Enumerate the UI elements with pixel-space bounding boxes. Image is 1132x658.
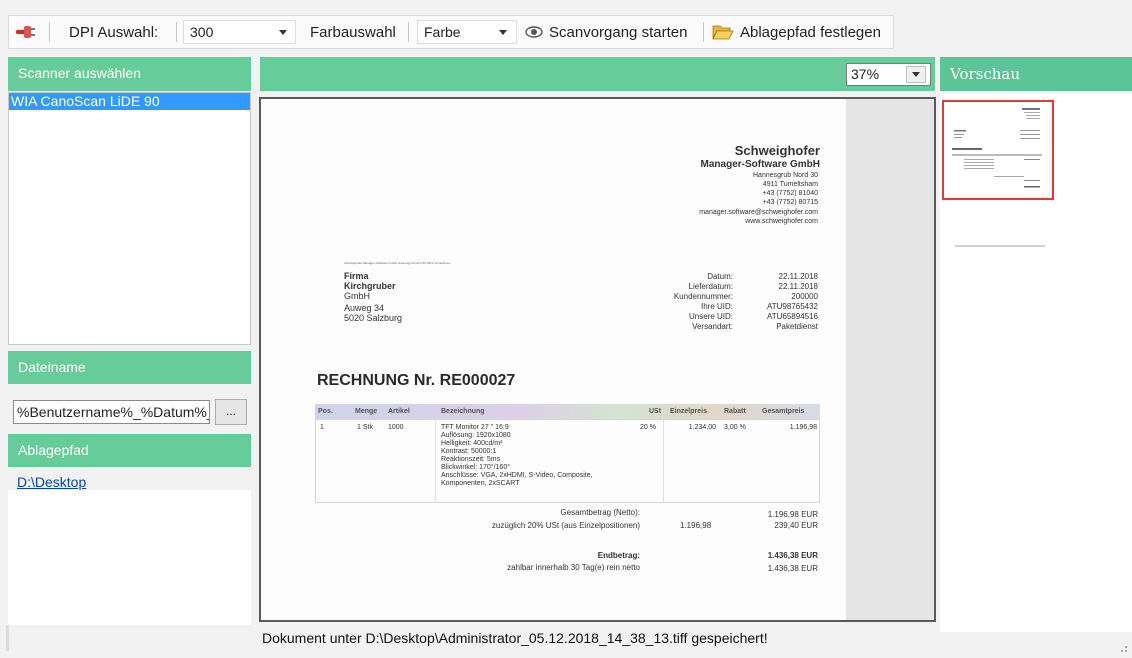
doc-sender-address: Hannesgrub Nord 30 — [753, 172, 818, 179]
doc-meta-label: Lieferdatum: — [688, 282, 733, 291]
doc-meta-label: Versandart: — [692, 322, 733, 331]
preview-thumbnail-selected[interactable] — [942, 100, 1054, 200]
doc-row-article: 1000 — [388, 424, 404, 431]
toolbar-separator — [49, 22, 50, 42]
resize-grip-icon[interactable] — [1118, 640, 1128, 652]
preview-header: Vorschau — [940, 57, 1132, 91]
doc-sender-name: Schweighofer — [734, 143, 820, 158]
doc-row-desc: Reaktionszeit: 5ms — [441, 456, 501, 463]
doc-meta-value: 200000 — [791, 292, 818, 301]
toolbar-separator — [408, 22, 409, 42]
path-link[interactable]: D:\Desktop — [17, 474, 86, 490]
panel-edge — [6, 625, 9, 651]
zoom-dropdown-button[interactable] — [906, 66, 926, 83]
scan-button[interactable]: Scanvorgang starten — [525, 20, 705, 44]
doc-row-desc: Komponenten, 2xSCART — [441, 480, 520, 487]
dpi-select-value: 300 — [190, 24, 214, 40]
dpi-label: DPI Auswahl: — [69, 24, 159, 41]
doc-recipient-line: 5020 Salzburg — [344, 313, 403, 323]
chevron-down-icon[interactable] — [499, 30, 507, 35]
toolbar-separator — [176, 22, 177, 42]
doc-recipient-line: Firma — [344, 271, 369, 281]
doc-row-qty: 1 Stk — [357, 424, 373, 431]
doc-recipient-line: GmbH — [344, 291, 371, 301]
doc-row-desc: TFT Monitor 27 " 16:9 — [441, 424, 509, 431]
doc-sender-address: +43 (7752) 80715 — [762, 199, 818, 206]
doc-vat-base: 1.196,98 — [680, 521, 712, 530]
filename-header: Dateiname — [8, 351, 251, 384]
doc-meta-value: ATU98765432 — [767, 302, 818, 311]
doc-col-header: Einzelpreis — [670, 408, 707, 415]
doc-vat-label: zuzüglich 20% USt (aus Einzelpositionen) — [491, 521, 640, 530]
doc-recipient-line: Auweg 34 — [344, 303, 385, 313]
doc-sender-address: +43 (7752) 81040 — [762, 190, 818, 197]
scan-bed-margin — [846, 99, 934, 620]
doc-sender-address: www.schweighofer.com — [745, 218, 818, 225]
eye-icon — [525, 23, 543, 41]
color-select-value: Farbe — [424, 24, 461, 40]
preview-thumbnail-2[interactable] — [955, 245, 1045, 247]
status-message: Dokument unter D:\Desktop\Administrator_… — [262, 630, 768, 646]
doc-row-total: 1.196,98 — [789, 424, 817, 431]
doc-meta-label: Datum: — [707, 272, 733, 281]
doc-col-header: Bezeichnung — [441, 408, 485, 415]
set-path-button[interactable]: Ablagepfad festlegen — [712, 20, 892, 44]
doc-col-header: Menge — [355, 408, 378, 415]
doc-col-header: Rabatt — [724, 408, 746, 415]
doc-row-pos: 1 — [320, 424, 324, 431]
doc-col-header: USt — [649, 408, 662, 415]
filename-input[interactable]: %Benutzername%_%Datum%_ — [13, 400, 210, 424]
doc-recipient-line: Kirchgruber — [344, 281, 396, 291]
chevron-down-icon[interactable] — [279, 30, 287, 35]
doc-meta-label: Kundennummer: — [673, 292, 733, 301]
doc-row-desc: Kontrast: 50000:1 — [441, 448, 497, 455]
doc-vat-value: 239,40 EUR — [774, 521, 818, 530]
folder-open-icon — [712, 23, 734, 41]
doc-row-desc: Blickwinkel: 170°/160° — [441, 464, 511, 471]
scanner-header: Scanner auswählen — [8, 57, 251, 91]
doc-invoice-title: RECHNUNG Nr. RE000027 — [317, 372, 516, 389]
doc-end-value: 1.436,38 EUR — [767, 551, 818, 560]
doc-sender-line: Schweighofer Manager-Software GmbH Hanne… — [344, 261, 451, 265]
doc-meta-value: ATU65894516 — [767, 312, 818, 321]
doc-table-divider — [663, 419, 664, 503]
doc-meta-value: 22.11.2018 — [778, 282, 818, 291]
doc-row-unit-price: 1.234,00 — [688, 424, 716, 431]
doc-payment-value: 1.436,38 EUR — [767, 564, 818, 573]
browse-button[interactable]: ... — [215, 399, 247, 425]
color-label: Farbauswahl — [310, 24, 396, 41]
doc-col-header: Gesamtpreis — [762, 408, 805, 415]
scanner-list[interactable] — [8, 92, 251, 345]
doc-end-label: Endbetrag: — [597, 551, 640, 560]
doc-col-header: Artikel — [388, 408, 410, 415]
set-path-button-label: Ablagepfad festlegen — [740, 24, 881, 41]
doc-payment-label: zahlbar innerhalb 30 Tag(e) rein netto — [507, 563, 640, 572]
center-header — [260, 57, 935, 91]
doc-row-desc: Helligkeit: 400cd/m² — [441, 440, 503, 447]
doc-meta-label: Ihre UID: — [700, 302, 733, 311]
path-panel — [8, 490, 251, 625]
doc-row-desc: Auflösung: 1920x1080 — [441, 432, 511, 439]
doc-row-desc: Anschlüsse: VGA, 2xHDMI, S-Video, Compos… — [441, 472, 593, 479]
chevron-down-icon — [912, 72, 920, 77]
scan-button-label: Scanvorgang starten — [549, 24, 688, 41]
doc-col-header: Pos. — [318, 408, 333, 415]
path-header: Ablagepfad — [8, 434, 251, 467]
doc-net-label: Gesamtbetrag (Netto): — [560, 508, 640, 517]
doc-table-divider — [435, 419, 436, 503]
doc-row-vat: 20 % — [640, 424, 656, 431]
doc-meta-value: 22.11.2018 — [778, 272, 818, 281]
doc-sender-address: 4911 Tumeltsham — [762, 181, 818, 188]
scanner-list-item[interactable]: WIA CanoScan LiDE 90 — [9, 93, 250, 110]
doc-meta-label: Unsere UID: — [688, 312, 733, 321]
power-plug-icon[interactable] — [15, 22, 37, 42]
toolbar-separator — [703, 22, 704, 42]
doc-row-discount: 3,00 % — [724, 424, 746, 431]
doc-sender-address: manager.software@schweighofer.com — [699, 209, 818, 216]
doc-sender-company: Manager-Software GmbH — [700, 159, 820, 170]
zoom-value: 37% — [851, 66, 880, 82]
doc-net-value: 1.196,98 EUR — [767, 510, 818, 519]
doc-meta-value: Paketdienst — [776, 322, 818, 331]
